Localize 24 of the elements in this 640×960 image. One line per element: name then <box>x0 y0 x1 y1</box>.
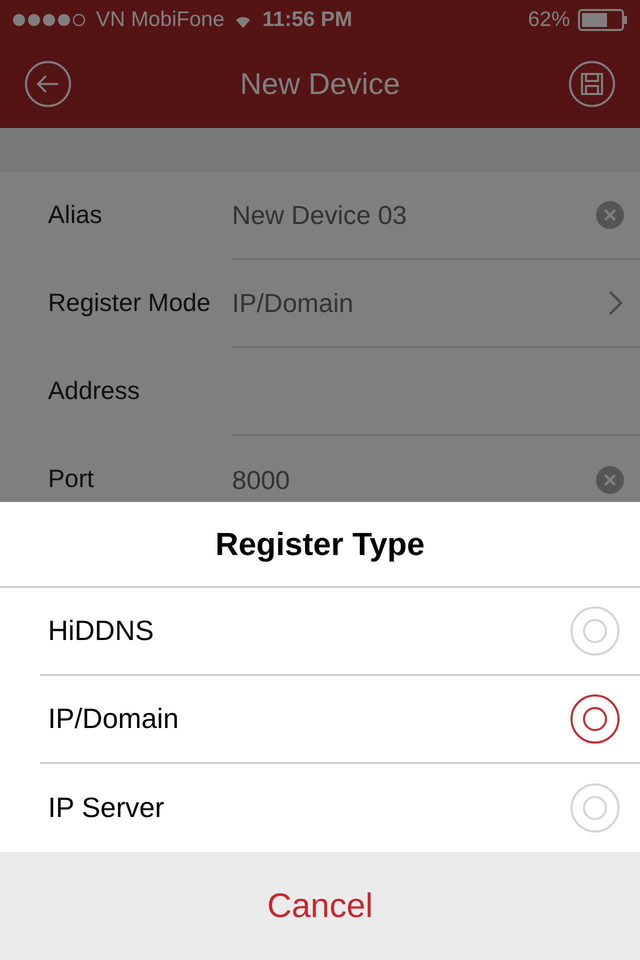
field-value[interactable]: IP/Domain <box>232 284 608 322</box>
field-value[interactable]: New Device 03 <box>232 196 596 234</box>
clear-icon[interactable] <box>596 466 624 494</box>
back-icon[interactable] <box>24 60 72 108</box>
chevron-icon[interactable] <box>608 290 624 316</box>
field-value[interactable]: 8000 <box>232 460 596 500</box>
field-label: Address <box>48 376 141 408</box>
radio-button[interactable] <box>570 694 620 744</box>
screen-title: New Device <box>240 66 400 102</box>
cancel-button[interactable]: Cancel <box>0 852 640 960</box>
option-label[interactable]: IP/Domain <box>48 698 570 740</box>
battery-icon <box>578 9 628 31</box>
field-label: Port <box>48 464 95 496</box>
sheet-title: Register Type <box>215 525 425 564</box>
signal-icon <box>12 13 88 27</box>
carrier-name: VN MobiFone <box>96 7 224 34</box>
field-label: Alias <box>48 200 104 232</box>
battery-percent: 62% <box>528 7 570 34</box>
clock-time: 11:56 PM <box>262 7 352 34</box>
option-label[interactable]: IP Server <box>48 787 570 829</box>
clear-icon[interactable] <box>596 201 624 229</box>
field-label: Register Mode <box>48 288 212 320</box>
save-icon[interactable] <box>568 60 616 108</box>
option-label[interactable]: HiDDNS <box>48 610 570 652</box>
